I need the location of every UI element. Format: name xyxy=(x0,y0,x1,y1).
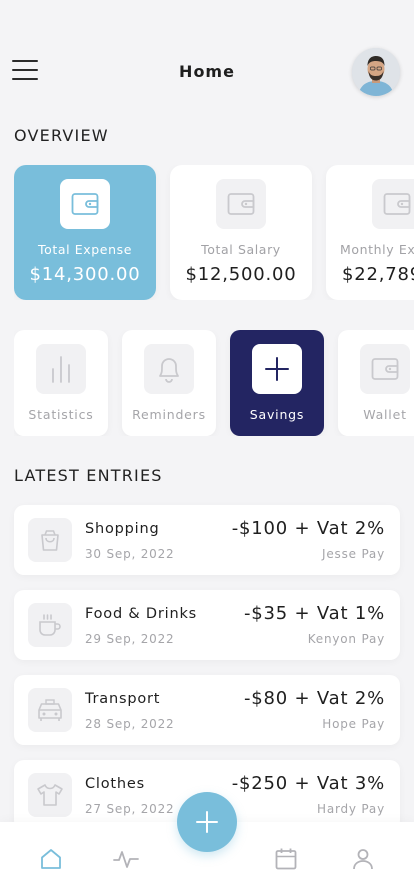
list-item[interactable]: Food & Drinks 29 Sep, 2022 -$35 + Vat 1%… xyxy=(14,590,400,660)
top-bar: Home xyxy=(0,48,414,98)
shirt-icon xyxy=(28,773,72,817)
overview-cards: Total Expense $14,300.00 Total Salary $1… xyxy=(14,165,414,300)
savings-tile[interactable]: Savings xyxy=(230,330,324,436)
statistics-tile[interactable]: Statistics xyxy=(14,330,108,436)
total-salary-card[interactable]: Total Salary $12,500.00 xyxy=(170,165,312,300)
card-label: Total Expense xyxy=(37,242,132,257)
list-item[interactable]: Transport 28 Sep, 2022 -$80 + Vat 2% Hop… xyxy=(14,675,400,745)
entry-payee: Hope Pay xyxy=(322,717,385,731)
latest-entries-title: LATEST ENTRIES xyxy=(14,466,163,485)
entry-name: Clothes xyxy=(85,776,145,792)
entry-amount: -$80 + Vat 2% xyxy=(243,688,385,709)
card-amount: $14,300.00 xyxy=(29,264,141,285)
calendar-icon[interactable] xyxy=(273,846,299,872)
total-expense-card[interactable]: Total Expense $14,300.00 xyxy=(14,165,156,300)
entry-date: 30 Sep, 2022 xyxy=(85,547,175,561)
wallet-tile[interactable]: Wallet xyxy=(338,330,414,436)
reminders-tile[interactable]: Reminders xyxy=(122,330,216,436)
wallet-icon xyxy=(60,179,110,229)
entry-payee: Kenyon Pay xyxy=(307,632,385,646)
shopping-bag-icon xyxy=(28,518,72,562)
bar-chart-icon xyxy=(36,344,86,394)
entry-amount: -$250 + Vat 3% xyxy=(231,773,385,794)
coffee-cup-icon xyxy=(28,603,72,647)
entry-date: 27 Sep, 2022 xyxy=(85,802,175,816)
activity-icon[interactable] xyxy=(113,846,139,872)
tile-label: Savings xyxy=(249,407,305,422)
monthly-expense-card[interactable]: Monthly Ex $22,789 xyxy=(326,165,414,300)
add-entry-button[interactable] xyxy=(177,792,237,852)
plus-icon xyxy=(252,344,302,394)
plus-icon xyxy=(195,810,219,834)
taxi-icon xyxy=(28,688,72,732)
tile-label: Wallet xyxy=(363,407,407,422)
home-icon[interactable] xyxy=(38,846,64,872)
entry-payee: Hardy Pay xyxy=(317,802,385,816)
entry-name: Transport xyxy=(85,691,161,707)
quick-actions: Statistics Reminders Savings Wallet xyxy=(14,330,414,436)
entry-name: Food & Drinks xyxy=(85,606,197,622)
entry-payee: Jesse Pay xyxy=(322,547,385,561)
card-label: Monthly Ex xyxy=(340,242,414,257)
card-amount: $22,789 xyxy=(342,264,414,285)
entry-date: 29 Sep, 2022 xyxy=(85,632,175,646)
bell-icon xyxy=(144,344,194,394)
wallet-icon xyxy=(360,344,410,394)
list-item[interactable]: Shopping 30 Sep, 2022 -$100 + Vat 2% Jes… xyxy=(14,505,400,575)
tile-label: Statistics xyxy=(28,407,94,422)
wallet-icon xyxy=(216,179,266,229)
avatar[interactable] xyxy=(352,48,400,96)
entry-date: 28 Sep, 2022 xyxy=(85,717,175,731)
wallet-icon xyxy=(372,179,414,229)
profile-icon[interactable] xyxy=(350,846,376,872)
card-label: Total Salary xyxy=(201,242,281,257)
overview-title: OVERVIEW xyxy=(14,126,109,145)
entry-name: Shopping xyxy=(85,521,160,537)
entry-amount: -$100 + Vat 2% xyxy=(231,518,385,539)
tile-label: Reminders xyxy=(132,407,206,422)
entry-amount: -$35 + Vat 1% xyxy=(243,603,385,624)
card-amount: $12,500.00 xyxy=(185,264,297,285)
